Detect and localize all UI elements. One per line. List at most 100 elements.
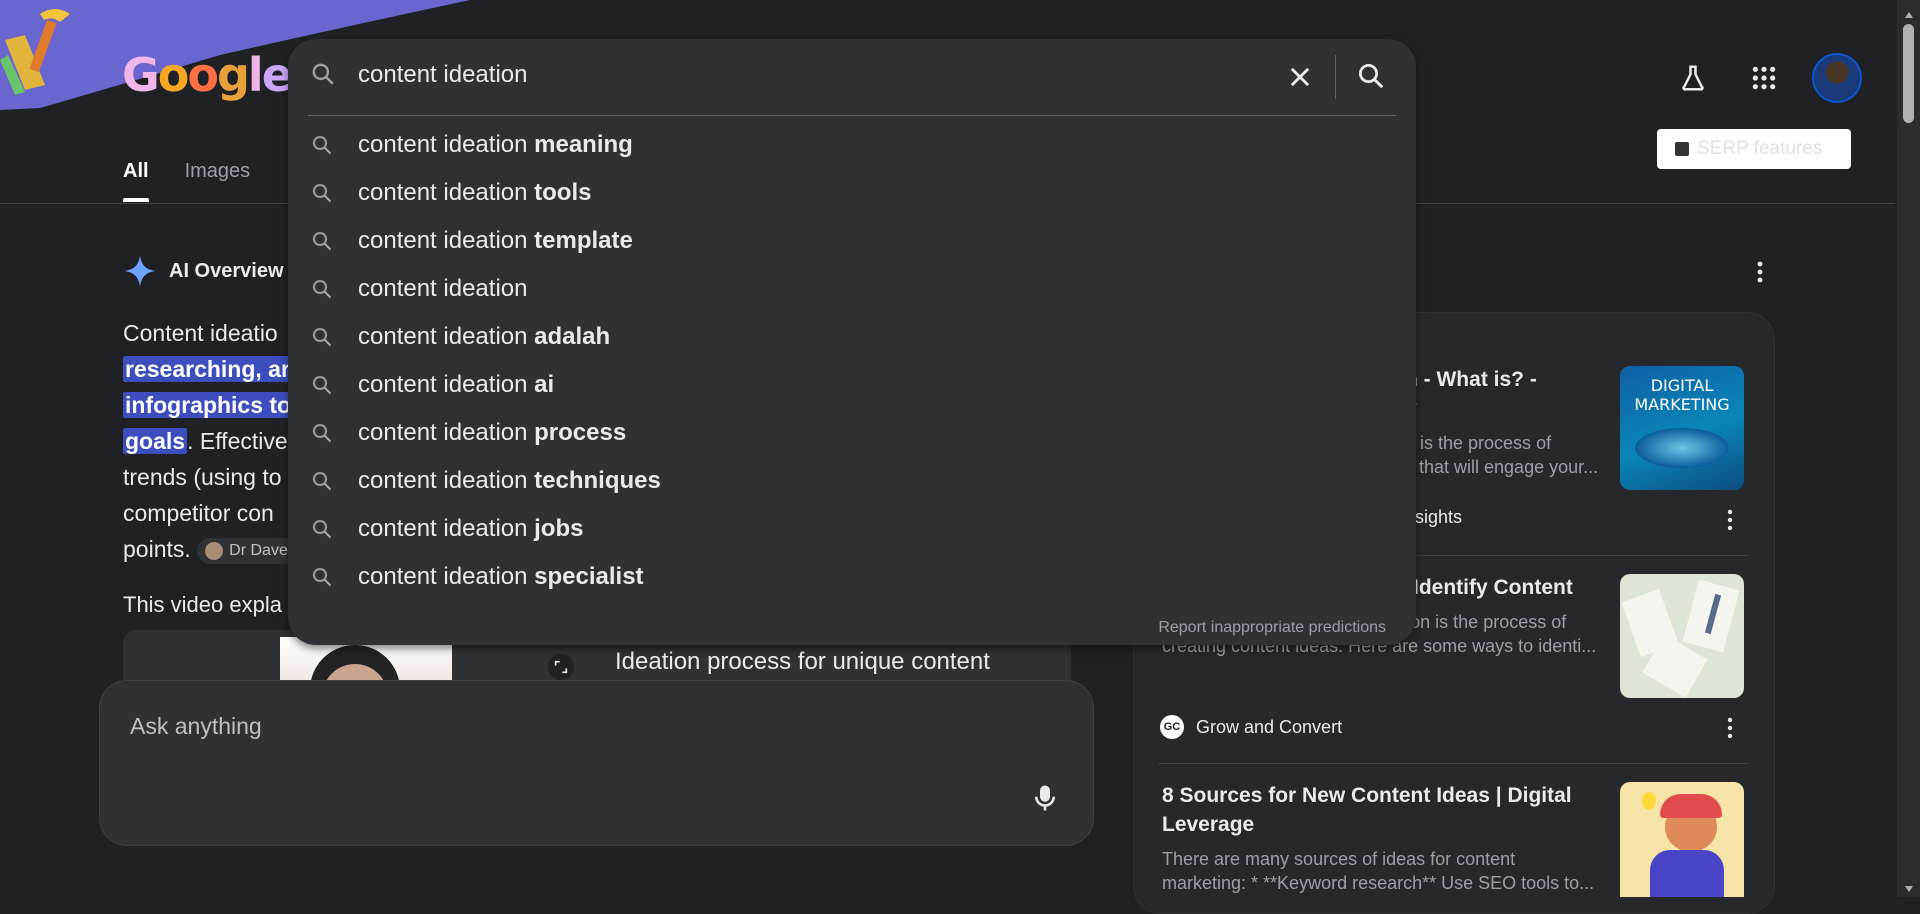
result-thumbnail-notes[interactable] — [1620, 574, 1744, 698]
ai-line: competitor con — [123, 500, 274, 526]
ai-overview-text: Content ideatio researching, ar infograp… — [123, 315, 303, 567]
suggestion-item[interactable]: content ideation specialist — [288, 553, 1416, 601]
active-tab-indicator — [123, 198, 149, 202]
ai-overview-header: AI Overview — [123, 254, 284, 288]
search-icon — [310, 61, 336, 92]
search-input[interactable]: content ideation — [358, 61, 527, 89]
ai-line: trends (using to — [123, 464, 282, 490]
ai-highlight: researching, ar — [123, 356, 292, 382]
ai-line: . Effective — [187, 428, 288, 454]
ai-line: points. — [123, 536, 191, 562]
result-source[interactable]: GC Grow and Convert — [1160, 715, 1342, 739]
logo-letter: G — [122, 48, 160, 102]
book-title-line: DIGITAL — [1650, 376, 1714, 395]
suggestion-item[interactable]: content ideation meaning — [288, 121, 1416, 169]
dropdown-divider — [308, 115, 1396, 116]
suggestion-item[interactable]: content ideation techniques — [288, 457, 1416, 505]
expand-icon[interactable] — [548, 654, 574, 680]
source-chip[interactable]: Dr Dave — [197, 537, 296, 564]
suggestion-base: content ideation — [358, 371, 528, 398]
result-thumbnail-illustration[interactable] — [1620, 782, 1744, 897]
result-thumbnail-book[interactable]: DIGITAL MARKETING — [1620, 366, 1744, 490]
chip-avatar — [205, 541, 224, 560]
suggestion-completion: tools — [527, 179, 592, 206]
search-icon — [310, 421, 334, 450]
result-snippet: s that will engage your... — [1405, 457, 1599, 477]
logo-letter: o — [187, 48, 219, 102]
suggestion-completion: adalah — [527, 323, 611, 350]
result-title[interactable]: 8 Sources for New Content Ideas | Digita… — [1162, 781, 1612, 810]
suggestion-item[interactable]: content ideation template — [288, 217, 1416, 265]
result-title[interactable]: y — [1405, 394, 1605, 423]
suggestion-item[interactable]: content ideation ai — [288, 361, 1416, 409]
search-submit-icon[interactable] — [1356, 61, 1386, 96]
source-logo: GC — [1160, 715, 1184, 739]
scroll-down-arrow-icon[interactable] — [1904, 880, 1914, 898]
book-title-line: MARKETING — [1634, 395, 1730, 414]
suggestion-completion: process — [527, 419, 627, 446]
suggestion-item[interactable]: content ideation — [288, 265, 1416, 313]
serp-features-button[interactable]: SERP features — [1657, 129, 1851, 169]
suggestion-item[interactable]: content ideation adalah — [288, 313, 1416, 361]
search-icon — [310, 277, 334, 306]
tab-all[interactable]: All — [123, 160, 149, 183]
search-icon — [310, 229, 334, 258]
logo-letter: e — [261, 48, 293, 102]
suggestion-completion: techniques — [527, 467, 661, 494]
ask-anything-box[interactable]: Ask anything — [99, 680, 1094, 846]
search-icon — [310, 325, 334, 354]
suggestion-base: content ideation — [358, 131, 528, 158]
logo-letter: g — [216, 48, 250, 102]
search-icon — [310, 373, 334, 402]
ai-line: Content ideatio — [123, 320, 278, 346]
search-icon — [310, 565, 334, 594]
ai-overview-title: AI Overview — [169, 259, 284, 282]
more-options-icon[interactable] — [1750, 259, 1770, 290]
apps-grid-icon[interactable] — [1740, 54, 1788, 102]
suggestion-base: content ideation — [358, 467, 528, 494]
scroll-up-arrow-icon[interactable] — [1904, 6, 1914, 24]
result-divider — [1158, 763, 1748, 764]
suggestion-completion: meaning — [527, 131, 633, 158]
result-more-icon[interactable] — [1720, 507, 1740, 538]
suggestion-base: content ideation — [358, 563, 528, 590]
logo-letter: o — [157, 48, 190, 102]
result-more-icon[interactable] — [1720, 715, 1740, 746]
video-title[interactable]: Ideation process for unique content — [615, 648, 990, 676]
result-title[interactable]: Leverage — [1162, 810, 1612, 839]
result-card-3[interactable]: 8 Sources for New Content Ideas | Digita… — [1162, 781, 1612, 895]
suggestion-completion: jobs — [527, 515, 584, 542]
result-title[interactable]: n - What is? - — [1405, 365, 1605, 394]
google-logo[interactable]: Google — [122, 48, 293, 102]
search-separator — [1335, 55, 1336, 99]
suggestion-base: content ideation — [358, 227, 528, 254]
result-snippet: n is the process of — [1405, 433, 1552, 453]
clear-icon[interactable] — [1286, 63, 1314, 96]
suggestion-item[interactable]: content ideation jobs — [288, 505, 1416, 553]
report-predictions-link[interactable]: Report inappropriate predictions — [1158, 619, 1386, 637]
account-avatar[interactable] — [1812, 53, 1862, 103]
suggestion-completion: ai — [527, 371, 555, 398]
sparkle-icon — [124, 255, 156, 287]
suggestion-item[interactable]: content ideation process — [288, 409, 1416, 457]
chip-label: Dr Dave — [229, 541, 288, 559]
checkbox-icon[interactable] — [1675, 142, 1689, 156]
result-card-1[interactable]: n - What is? - y n is the process of s t… — [1405, 365, 1605, 479]
tab-images[interactable]: Images — [185, 160, 251, 183]
suggestion-base: content ideation — [358, 515, 528, 542]
page-scrollbar[interactable] — [1897, 0, 1920, 897]
suggestion-base: content ideation — [358, 323, 528, 350]
suggestion-base: content ideation — [358, 419, 528, 446]
suggestion-completion: specialist — [527, 563, 644, 590]
suggestion-completion: template — [527, 227, 633, 254]
suggestion-item[interactable]: content ideation tools — [288, 169, 1416, 217]
search-icon — [310, 181, 334, 210]
labs-flask-icon[interactable] — [1669, 54, 1717, 102]
suggestion-base: content ideation — [358, 179, 528, 206]
search-suggestions-dropdown: content ideation content ideation meanin… — [288, 39, 1416, 645]
result-snippet: marketing: * **Keyword research** Use SE… — [1162, 873, 1595, 893]
microphone-icon[interactable] — [1030, 781, 1060, 820]
video-intro-text: This video expla — [123, 592, 282, 617]
scrollbar-thumb[interactable] — [1903, 24, 1914, 123]
result-snippet: There are many sources of ideas for cont… — [1162, 849, 1516, 869]
